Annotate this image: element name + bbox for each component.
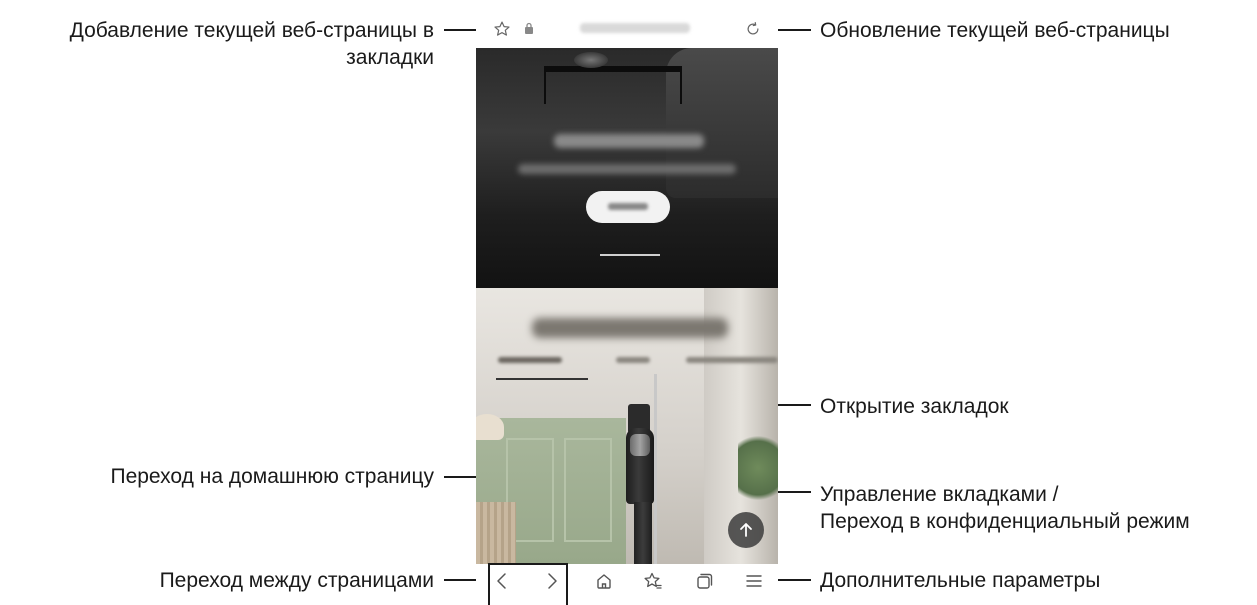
callout-tabs-line2: Переход в конфиденциальный режим <box>820 510 1190 533</box>
callout-home: Переход на домашнюю страницу <box>110 465 434 488</box>
phone-screen <box>476 10 778 598</box>
callout-bookmark-add: Добавление текущей веб-страницы в заклад… <box>8 17 434 71</box>
section-tab-1-underline <box>496 378 588 380</box>
vacuum-bin-shape <box>630 434 650 456</box>
navigate-bracket <box>488 563 568 605</box>
callout-tabs: Управление вкладками / Переход в конфиде… <box>820 481 1190 535</box>
hero-banner-image <box>476 48 778 288</box>
lamp-shape <box>476 414 504 440</box>
callout-tabs-line1: Управление вкладками / <box>820 483 1059 506</box>
table-shape <box>544 66 682 104</box>
sofa-shape <box>666 48 778 198</box>
hero-subtext-blurred <box>518 164 736 174</box>
vacuum-tube-shape <box>634 502 652 564</box>
bowl-shape <box>574 52 608 68</box>
section-tab-2-blurred[interactable] <box>616 357 650 363</box>
section-title-blurred <box>532 318 728 338</box>
hero-headline-blurred <box>554 134 704 148</box>
section-tab-1-blurred[interactable] <box>498 357 562 363</box>
wall-panel <box>564 438 612 542</box>
lock-icon <box>525 22 533 34</box>
hero-cta-label-blurred <box>608 203 648 210</box>
menu-icon[interactable] <box>744 571 764 591</box>
url-text-blurred[interactable] <box>580 23 690 33</box>
vacuum-stick-shape <box>654 374 657 564</box>
reload-icon[interactable] <box>744 20 762 38</box>
url-bar[interactable] <box>476 10 778 48</box>
star-outline-icon[interactable] <box>493 20 511 38</box>
cabinet-shape <box>476 502 516 564</box>
section-tab-3-blurred[interactable] <box>686 357 778 363</box>
callout-bookmark-add-line1: Добавление текущей веб-страницы в <box>69 19 434 42</box>
scroll-to-top-button[interactable] <box>728 512 764 548</box>
arrow-up-icon <box>740 523 752 537</box>
bookmarks-icon[interactable] <box>643 571 663 591</box>
callout-refresh: Обновление текущей веб-страницы <box>820 19 1170 42</box>
tabs-icon[interactable] <box>695 571 715 591</box>
callout-more: Дополнительные параметры <box>820 569 1101 592</box>
home-icon[interactable] <box>594 571 614 591</box>
callout-navigate: Переход между страницами <box>159 569 434 592</box>
plant-shape <box>738 428 778 508</box>
callout-bookmark-add-line2: закладки <box>346 46 434 69</box>
hero-link-underline[interactable] <box>600 254 660 256</box>
callout-open-bookmarks: Открытие закладок <box>820 395 1009 418</box>
